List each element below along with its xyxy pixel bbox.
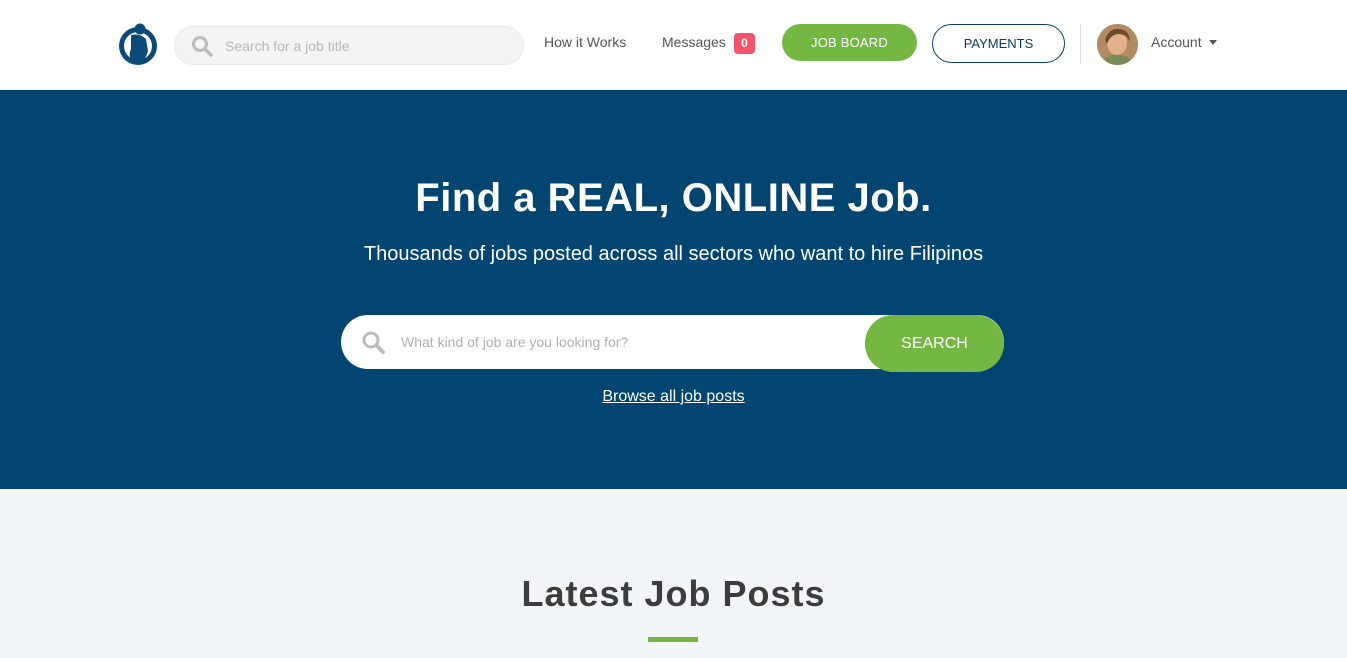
messages-count-badge: 0 [734,33,755,54]
hero-search-input[interactable] [401,330,841,354]
caret-down-icon [1208,39,1217,45]
header-divider [1080,24,1081,64]
header-search-field[interactable] [174,26,524,65]
top-header: How it Works Messages 0 JOB BOARD PAYMEN… [0,0,1347,90]
hero-subtitle: Thousands of jobs posted across all sect… [363,243,984,265]
nav-how-it-works[interactable]: How it Works [544,34,626,50]
browse-all-jobs-link[interactable]: Browse all job posts [602,388,744,405]
hero-section: Find a REAL, ONLINE Job. Thousands of jo… [0,90,1347,489]
nav-messages[interactable]: Messages [662,34,726,50]
avatar[interactable] [1097,24,1138,65]
search-icon [362,331,385,354]
account-menu[interactable]: Account [1151,34,1217,50]
logo-icon[interactable] [116,21,160,67]
search-icon [192,35,213,57]
header-search-input[interactable] [225,37,495,54]
browse-link-wrapper: Browse all job posts [0,388,1347,406]
job-board-button[interactable]: JOB BOARD [782,24,917,61]
account-label: Account [1151,34,1202,50]
payments-button[interactable]: PAYMENTS [932,24,1065,63]
hero-title: Find a REAL, ONLINE Job. [415,176,932,220]
latest-job-posts-heading: Latest Job Posts [521,573,826,614]
heading-underline-bar [648,637,698,642]
search-button[interactable]: SEARCH [865,315,1004,372]
avatar-image [1097,24,1138,65]
